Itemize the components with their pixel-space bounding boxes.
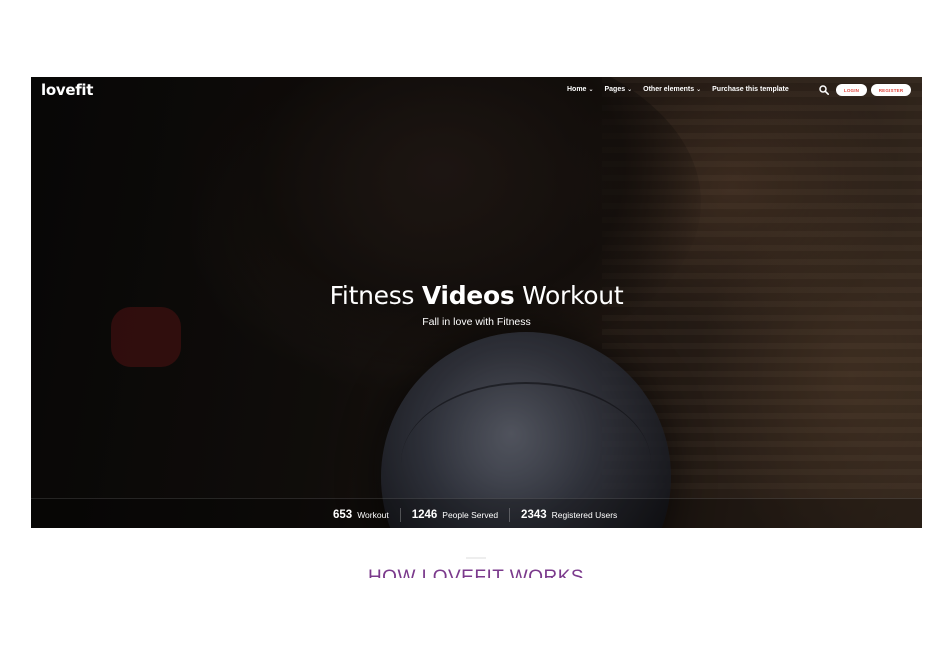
nav-item-purchase[interactable]: Purchase this template [712,86,789,93]
hero-subtitle: Fall in love with Fitness [422,316,531,328]
stat-label: People Served [442,510,499,520]
register-button[interactable]: REGISTER [871,84,911,96]
stat-label: Registered Users [551,510,618,520]
hero-title-bold: Videos [421,281,515,310]
stat-registered-users: 2343 Registered Users [521,509,617,521]
stat-number: 653 [333,509,353,521]
nav-item-home[interactable]: Home ⌄ [567,86,593,93]
section-title: HOW LOVEFIT WORKS [367,567,585,578]
nav-item-pages[interactable]: Pages ⌄ [604,86,632,93]
stat-divider [399,508,401,522]
section-divider [466,557,486,559]
stat-workout: 653 Workout [333,509,389,521]
hero-title-part1: Fitness [329,281,415,310]
hero-title: Fitness Videos Workout [31,280,922,312]
nav-item-label: Home [567,86,587,93]
hero-text: Fitness Videos Workout Fall in love with… [31,280,922,329]
nav-item-label: Purchase this template [712,86,789,93]
stats-list: 653 Workout 1246 People Served 2343 Regi… [333,508,617,522]
stat-number: 1246 [411,509,438,521]
navbar: lovefit Home ⌄ Pages ⌄ Other elements ⌄ … [31,77,922,105]
nav-item-label: Pages [604,86,626,93]
nav-item-other-elements[interactable]: Other elements ⌄ [643,86,701,93]
chevron-down-icon: ⌄ [627,86,633,93]
hero-section: lovefit Home ⌄ Pages ⌄ Other elements ⌄ … [31,77,922,528]
hero-title-part2: Workout [522,281,624,310]
stat-label: Workout [357,510,389,520]
nav-menu: Home ⌄ Pages ⌄ Other elements ⌄ Purchase… [567,86,789,93]
stat-number: 2343 [521,509,547,521]
stat-divider [509,508,511,522]
login-button[interactable]: LOGIN [836,84,867,96]
chevron-down-icon: ⌄ [696,86,702,93]
stat-people-served: 1246 People Served [412,509,498,521]
logo[interactable]: lovefit [41,81,93,99]
section-title-clip: HOW LOVEFIT WORKS [0,560,952,578]
nav-item-label: Other elements [643,86,695,93]
stats-bar: 653 Workout 1246 People Served 2343 Regi… [31,498,922,528]
search-icon[interactable] [819,85,829,95]
chevron-down-icon: ⌄ [588,86,594,93]
page: lovefit Home ⌄ Pages ⌄ Other elements ⌄ … [0,0,952,655]
